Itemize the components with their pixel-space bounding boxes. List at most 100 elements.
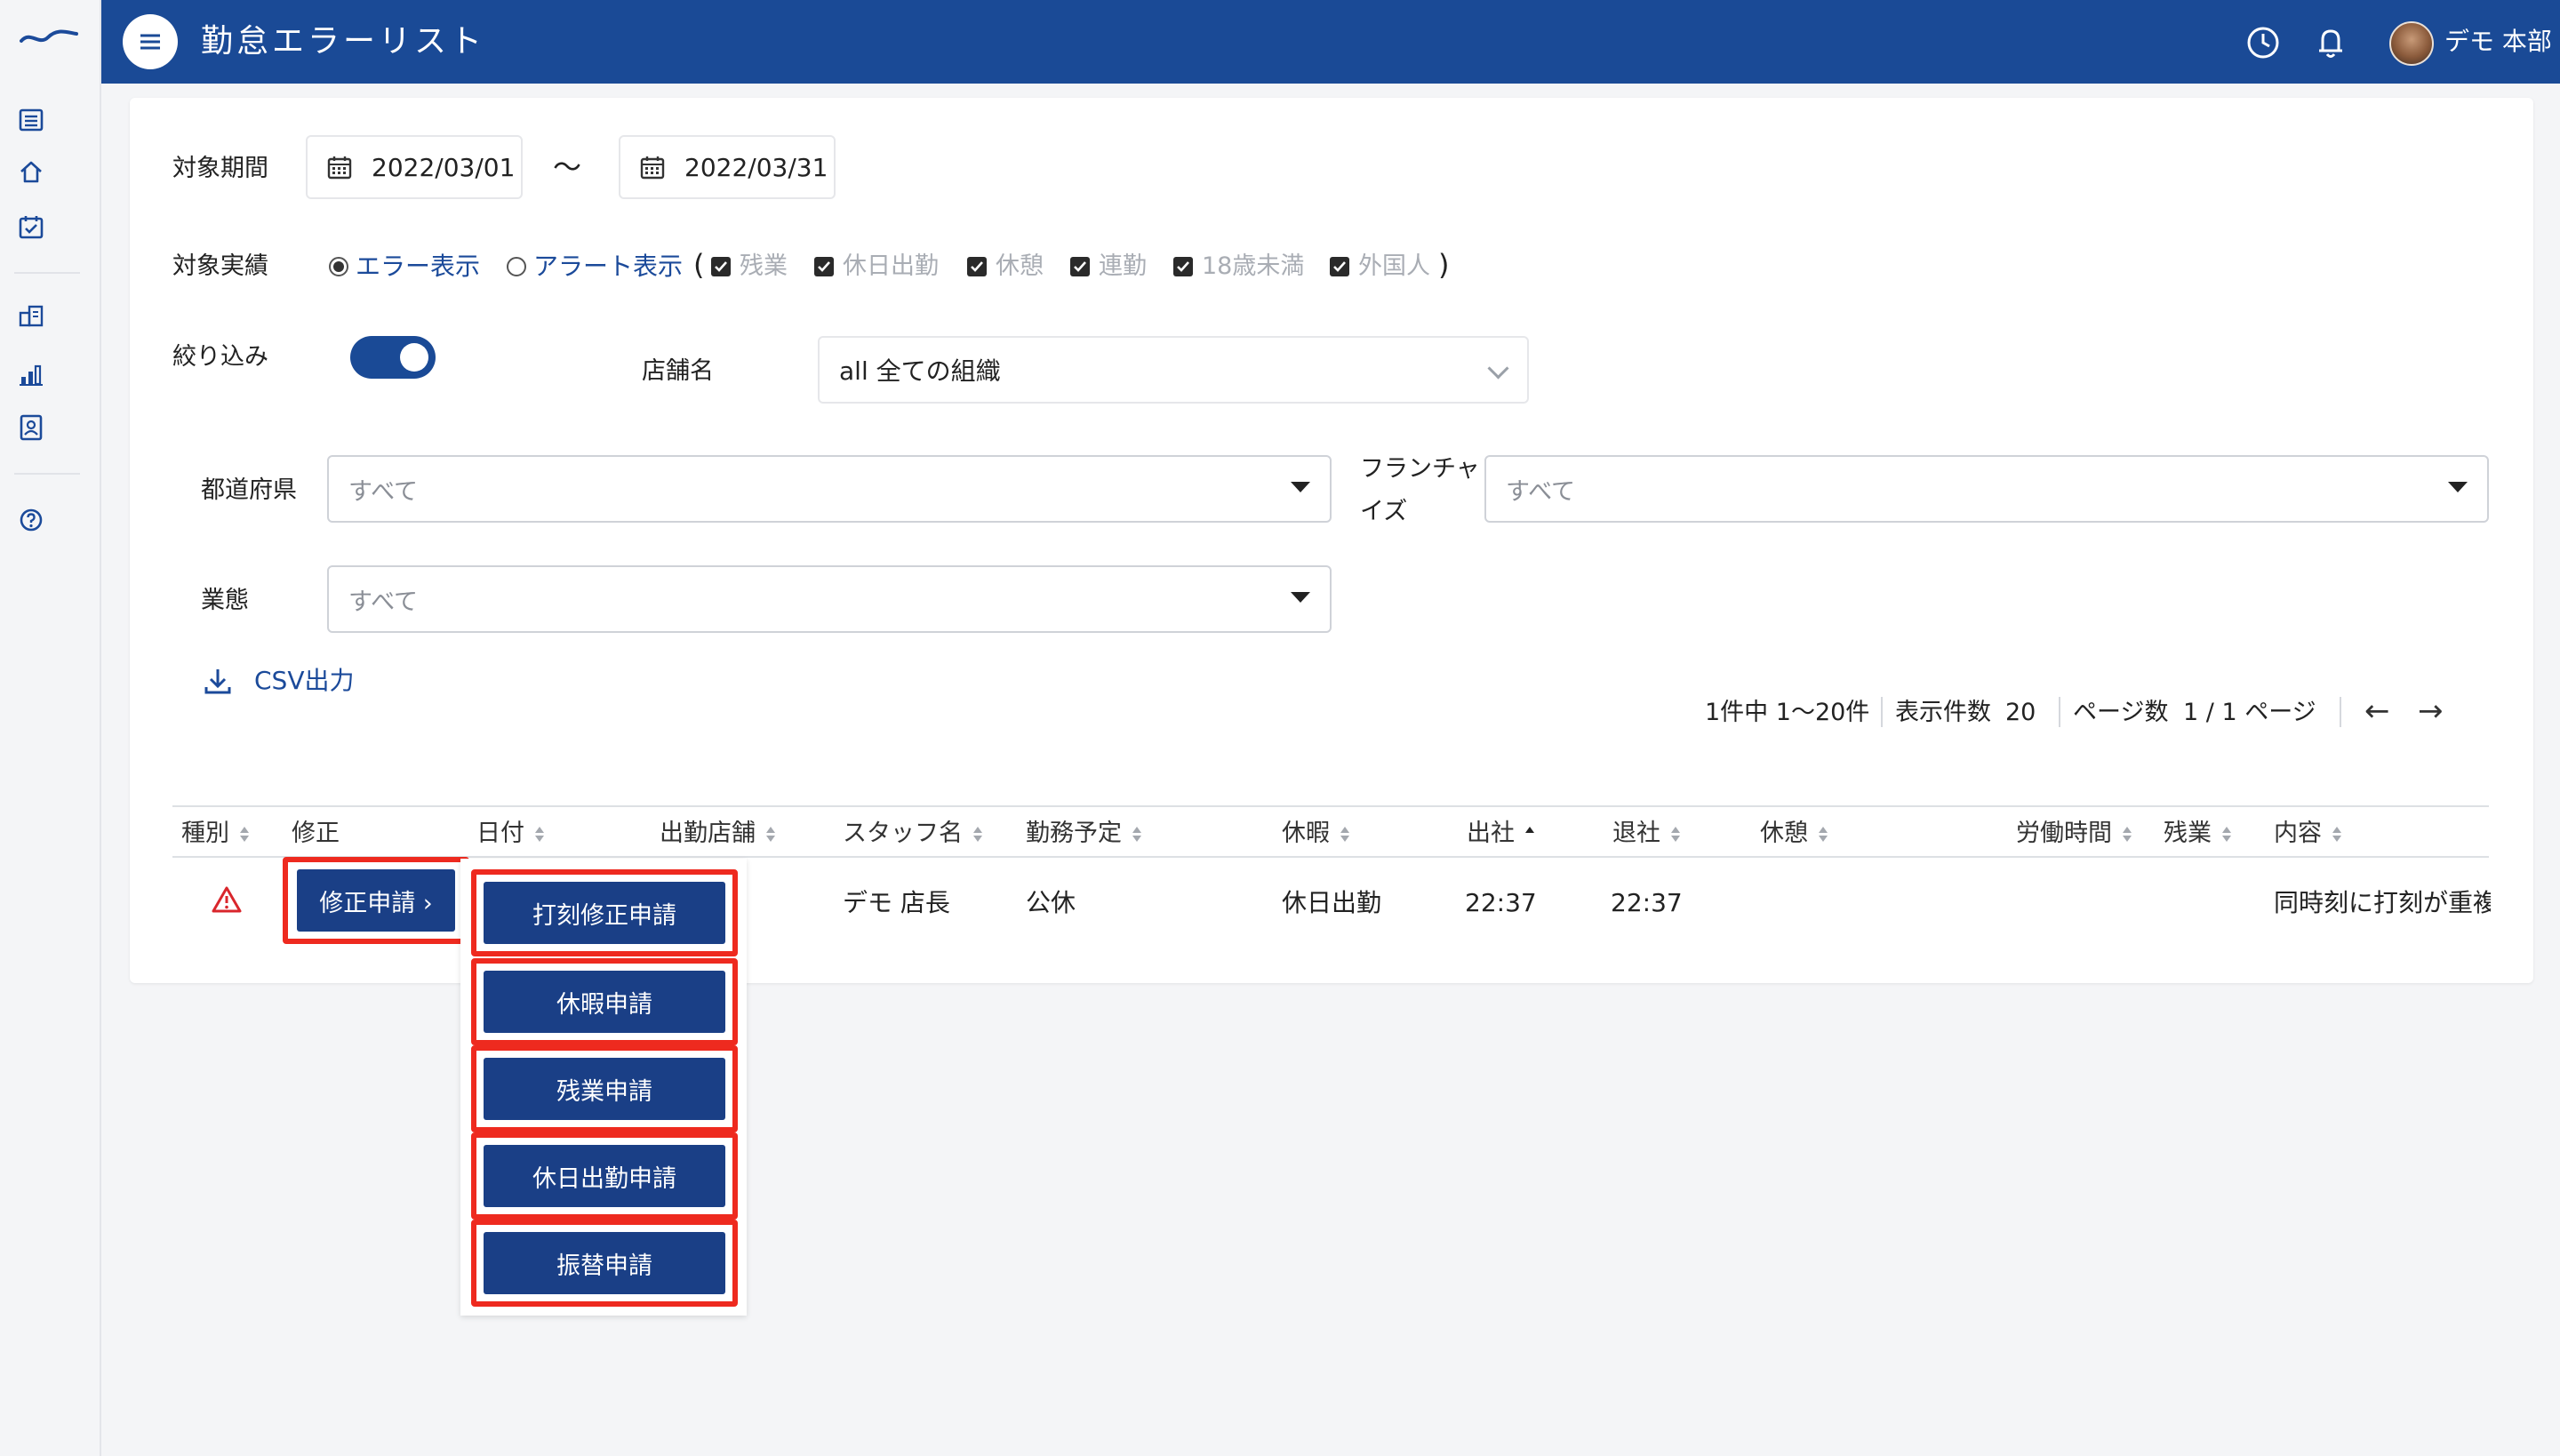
avatar[interactable] <box>2389 21 2434 66</box>
user-name[interactable]: デモ 本部 <box>2444 23 2552 60</box>
prefecture-select-value: すべて <box>348 477 419 506</box>
checkbox-box <box>1173 257 1193 276</box>
sort-icon <box>1340 826 1349 842</box>
date-from-field[interactable]: 2022/03/01 <box>306 135 523 199</box>
store-select[interactable]: all 全ての組織 <box>818 336 1529 404</box>
per-page-label: 表示件数 <box>1895 699 1991 726</box>
chevron-down-icon <box>1487 357 1509 380</box>
franchise-label-line2: イズ <box>1360 498 1408 525</box>
building-icon[interactable] <box>18 302 44 329</box>
checkbox-overtime[interactable]: 残業 <box>711 249 788 284</box>
column-break[interactable]: 休憩 <box>1760 816 1828 852</box>
sort-icon <box>2332 826 2341 842</box>
radio-alert-dot <box>507 257 526 276</box>
prev-page-button[interactable]: ← <box>2364 693 2390 729</box>
sidebar <box>0 0 101 1456</box>
sidebar-divider <box>14 473 80 475</box>
sort-icon <box>973 826 982 842</box>
sort-icon <box>1819 826 1828 842</box>
logo-icon[interactable] <box>20 27 78 48</box>
checkbox-label: 連勤 <box>1099 252 1147 280</box>
id-card-icon[interactable] <box>18 414 44 441</box>
checkbox-box <box>1330 257 1349 276</box>
home-icon[interactable] <box>18 158 44 185</box>
radio-error[interactable]: エラー表示 <box>329 249 480 284</box>
radio-error-dot <box>329 257 348 276</box>
bell-icon[interactable] <box>2311 23 2350 62</box>
menu-item-substitute-request[interactable]: 振替申請 <box>484 1232 725 1294</box>
bar-chart-icon[interactable] <box>18 361 44 388</box>
narrow-toggle[interactable] <box>350 336 436 379</box>
radio-alert[interactable]: アラート表示 <box>507 249 683 284</box>
store-label: 店舗名 <box>642 357 714 385</box>
column-overtime[interactable]: 残業 <box>2164 816 2231 852</box>
column-leave[interactable]: 休暇 <box>1282 816 1349 852</box>
record-label: 対象実績 <box>172 252 268 280</box>
business-select[interactable]: すべて <box>327 565 1332 633</box>
caret-down-icon <box>1291 482 1310 492</box>
menu-item-punch-correction[interactable]: 打刻修正申請 <box>484 882 725 944</box>
page-value: 1 / 1 ページ <box>2183 699 2316 726</box>
column-store[interactable]: 出勤店舗 <box>660 816 775 852</box>
per-page-value[interactable]: 20 <box>2005 695 2036 731</box>
edit-request-button[interactable]: 修正申請 › <box>297 869 455 932</box>
column-staff[interactable]: スタッフ名 <box>843 816 982 852</box>
checkbox-box <box>967 257 987 276</box>
result-summary: 1件中 1〜20件 <box>1705 699 1870 726</box>
column-clock-out[interactable]: 退社 <box>1612 816 1680 852</box>
period-label: 対象期間 <box>172 155 268 182</box>
date-to-field[interactable]: 2022/03/31 <box>619 135 836 199</box>
column-edit: 修正 <box>292 820 340 847</box>
paren-close: ) <box>1438 248 1450 282</box>
list-icon[interactable] <box>18 107 44 133</box>
date-from-value: 2022/03/01 <box>372 152 516 182</box>
checkbox-holiday-work[interactable]: 休日出勤 <box>814 249 939 284</box>
radio-alert-label: アラート表示 <box>533 252 684 281</box>
check-icon <box>715 261 727 272</box>
help-icon[interactable] <box>18 507 44 533</box>
table-header-border <box>172 805 2489 807</box>
csv-export-button[interactable]: CSV出力 <box>203 663 354 699</box>
column-type[interactable]: 種別 <box>181 816 249 852</box>
sort-icon <box>766 826 775 842</box>
franchise-select-value: すべて <box>1506 477 1576 506</box>
business-label: 業態 <box>201 587 249 614</box>
clock-icon[interactable] <box>2244 23 2283 62</box>
checkbox-consecutive[interactable]: 連勤 <box>1070 249 1147 284</box>
checkbox-under-18[interactable]: 18歳未満 <box>1173 249 1304 284</box>
checkbox-box <box>814 257 834 276</box>
calendar-icon <box>327 156 352 180</box>
calendar-check-icon[interactable] <box>18 213 44 240</box>
checkbox-label: 休憩 <box>996 252 1044 280</box>
date-to-value: 2022/03/31 <box>684 152 828 182</box>
sort-icon <box>2123 826 2132 842</box>
column-clock-in[interactable]: 出社 <box>1467 816 1534 852</box>
check-icon <box>1333 261 1346 272</box>
date-range-tilde: 〜 <box>553 150 582 184</box>
cell-clock-out: 22:37 <box>1611 888 1683 917</box>
sort-icon <box>1671 826 1680 842</box>
check-icon <box>971 261 983 272</box>
column-work-hours[interactable]: 労働時間 <box>2016 816 2132 852</box>
checkbox-box <box>711 257 731 276</box>
column-content[interactable]: 内容 <box>2274 816 2341 852</box>
prefecture-select[interactable]: すべて <box>327 455 1332 523</box>
cell-schedule: 公休 <box>1026 888 1076 917</box>
menu-item-overtime-request[interactable]: 残業申請 <box>484 1058 725 1120</box>
menu-item-holiday-work-request[interactable]: 休日出勤申請 <box>484 1145 725 1207</box>
checkbox-break[interactable]: 休憩 <box>967 249 1044 284</box>
pagination-divider <box>2059 697 2060 727</box>
next-page-button[interactable]: → <box>2418 693 2444 729</box>
checkbox-label: 残業 <box>740 252 788 280</box>
column-date[interactable]: 日付 <box>476 816 544 852</box>
checkbox-foreigner[interactable]: 外国人 <box>1330 249 1430 284</box>
store-select-value: all 全ての組織 <box>839 356 1001 386</box>
franchise-select[interactable]: すべて <box>1484 455 2489 523</box>
page-title: 勤怠エラーリスト <box>201 23 486 60</box>
calendar-icon <box>640 156 665 180</box>
menu-button[interactable] <box>123 14 178 69</box>
checkbox-label: 外国人 <box>1358 252 1430 280</box>
menu-item-leave-request[interactable]: 休暇申請 <box>484 971 725 1033</box>
toggle-knob <box>400 343 428 372</box>
column-schedule[interactable]: 勤務予定 <box>1026 816 1141 852</box>
